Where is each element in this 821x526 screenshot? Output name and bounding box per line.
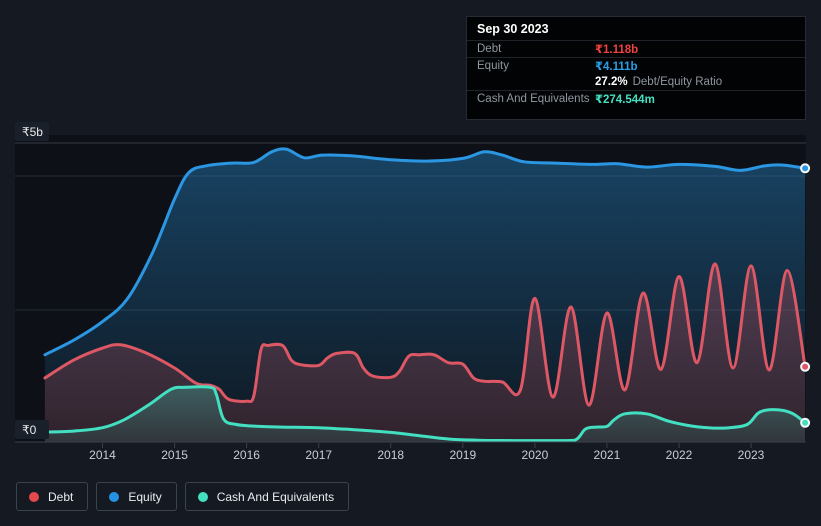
tooltip-ratio-row: 27.2% Debt/Equity Ratio <box>467 74 805 91</box>
tooltip-date: Sep 30 2023 <box>467 17 805 41</box>
x-tick-label-2020: 2020 <box>522 448 549 462</box>
tooltip-debt-label: Debt <box>477 43 502 55</box>
x-tick-label-2017: 2017 <box>305 448 332 462</box>
cash-and-equivalents-end-marker <box>800 417 811 428</box>
tooltip-equity-label: Equity <box>477 60 509 72</box>
tooltip-debt-row: Debt ₹1.118b <box>467 41 805 58</box>
legend-item-debt[interactable]: Debt <box>16 482 89 511</box>
chart-legend: Debt Equity Cash And Equivalents <box>16 482 350 511</box>
debt-equity-history-panel: 2014 2015 2016 2017 2018 2019 2020 2021 2022 2023… <box>0 0 821 526</box>
cash-series-dot-icon <box>197 491 208 502</box>
x-tick-label-2016: 2016 <box>233 448 260 462</box>
x-tick-label-2015: 2015 <box>161 448 188 462</box>
chart-tooltip: Sep 30 2023 Debt ₹1.118b Equity ₹4.111b … <box>466 16 806 120</box>
legend-cash-label: Cash And Equivalents <box>216 489 335 504</box>
tooltip-equity-row: Equity ₹4.111b <box>467 58 805 74</box>
tooltip-ratio-caption: Debt/Equity Ratio <box>632 76 723 88</box>
x-tick-label-2018: 2018 <box>377 448 404 462</box>
y-tick-label-5: ₹5b <box>22 125 43 139</box>
tooltip-cash-row: Cash And Equivalents ₹274.544m <box>467 91 805 107</box>
debt-series-dot-icon <box>29 491 39 502</box>
tooltip-cash-value: ₹274.544m <box>595 94 655 106</box>
tooltip-cash-label: Cash And Equivalents <box>477 93 590 105</box>
x-tick-label-2014: 2014 <box>89 448 116 462</box>
y-tick-label-0: ₹0 <box>22 423 37 437</box>
x-tick-label-2019: 2019 <box>449 448 476 462</box>
x-tick-label-2023: 2023 <box>738 448 765 462</box>
equity-end-marker <box>800 163 811 174</box>
legend-debt-label: Debt <box>48 489 74 504</box>
tooltip-debt-value: ₹1.118b <box>595 44 639 56</box>
equity-series-dot-icon <box>109 491 120 502</box>
tooltip-equity-value: ₹4.111b <box>595 61 638 73</box>
debt-end-marker <box>800 361 811 372</box>
legend-equity-label: Equity <box>128 489 162 504</box>
tooltip-ratio-value: 27.2% <box>595 76 628 88</box>
legend-item-equity[interactable]: Equity <box>96 482 177 511</box>
legend-item-cash[interactable]: Cash And Equivalents <box>184 482 350 511</box>
x-tick-label-2021: 2021 <box>594 448 621 462</box>
x-tick-label-2022: 2022 <box>666 448 693 462</box>
